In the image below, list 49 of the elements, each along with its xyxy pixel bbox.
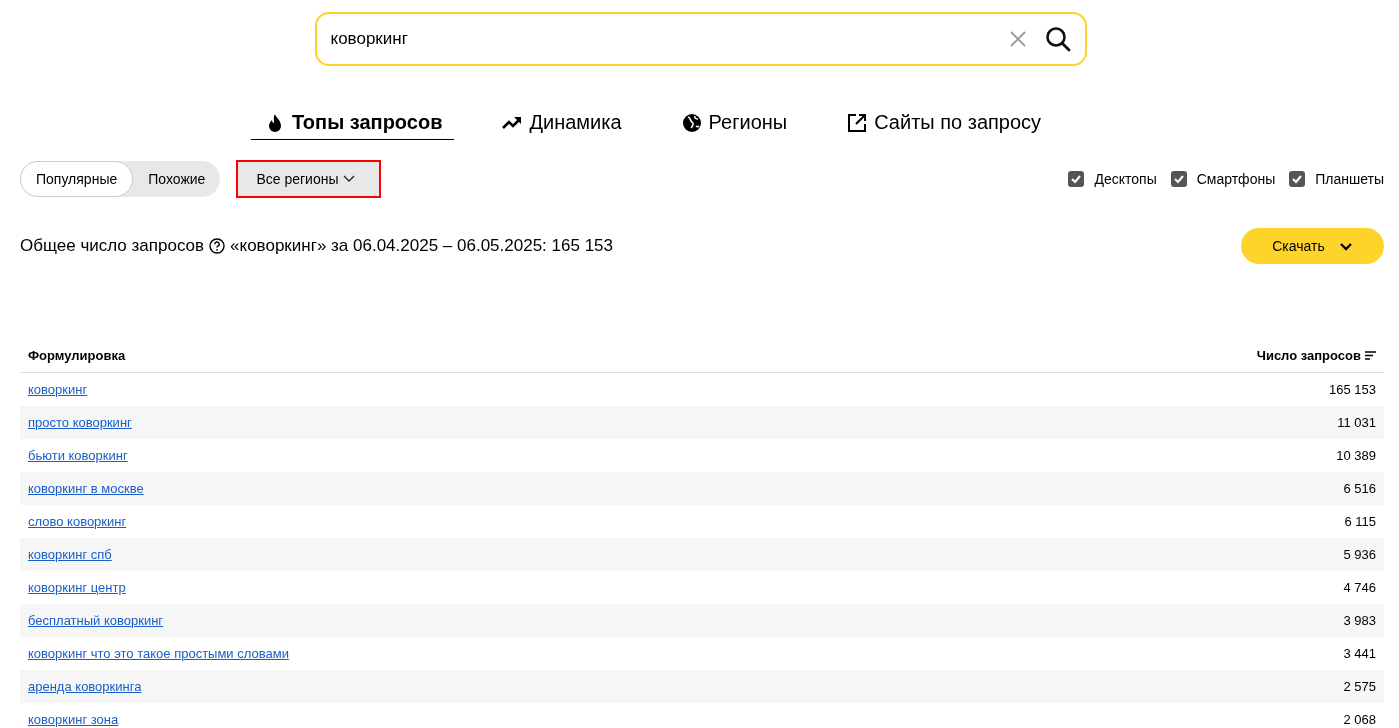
table-cell: 2 068 <box>1343 712 1376 727</box>
table-cell: 6 516 <box>1343 481 1376 496</box>
tab[interactable]: Динамика <box>488 110 634 140</box>
table-cell: 3 983 <box>1343 613 1376 628</box>
chevron-down-icon <box>1338 241 1353 251</box>
help-icon[interactable] <box>209 238 226 254</box>
query-link[interactable]: бесплатный коворкинг <box>28 613 164 628</box>
search-icon[interactable] <box>1044 26 1071 52</box>
checkbox-label: Смартфоны <box>1196 171 1276 187</box>
segment-button[interactable]: Похожие <box>133 161 221 197</box>
query-link[interactable]: аренда коворкинга <box>28 679 142 694</box>
clear-icon[interactable] <box>1008 30 1027 48</box>
globe-icon <box>681 112 702 133</box>
query-link[interactable]: бьюти коворкинг <box>28 448 128 463</box>
query-link[interactable]: коворкинг в москве <box>28 481 144 496</box>
table-cell: 5 936 <box>1343 547 1376 562</box>
query-link[interactable]: коворкинг <box>28 382 88 397</box>
checkbox-label: Планшеты <box>1315 171 1384 187</box>
summary-text: «коворкинг» за 06.04.2025 – 06.05.2025: 165 153 <box>230 236 613 256</box>
query-link[interactable]: коворкинг что это такое простыми словами <box>28 646 289 661</box>
checkbox[interactable] <box>1068 171 1085 187</box>
query-link[interactable]: коворкинг спб <box>28 547 112 562</box>
checkbox-label: Десктопы <box>1094 171 1157 187</box>
external-link-icon <box>847 112 868 133</box>
table-cell: 6 115 <box>1344 514 1376 529</box>
summary-label: Общее число запросов <box>20 236 205 256</box>
checkbox[interactable] <box>1170 171 1187 187</box>
tab[interactable]: Сайты по запросу <box>833 110 1054 140</box>
table-cell: 10 389 <box>1336 448 1376 463</box>
segment-button[interactable]: Популярные <box>20 161 134 197</box>
column-header: Формулировка <box>28 347 126 363</box>
table-cell: 3 441 <box>1343 646 1376 661</box>
query-link[interactable]: просто коворкинг <box>28 415 132 430</box>
table-cell: 11 031 <box>1337 415 1376 430</box>
region-dropdown[interactable]: Все регионы <box>236 160 382 198</box>
download-button[interactable]: Скачать <box>1241 228 1384 264</box>
table-cell: 165 153 <box>1329 382 1376 397</box>
chevron-down-icon <box>343 175 356 183</box>
query-link[interactable]: коворкинг зона <box>28 712 119 727</box>
table-cell: 4 746 <box>1343 580 1376 595</box>
table-cell: 2 575 <box>1343 679 1376 694</box>
tab[interactable]: Топы запросов <box>250 110 455 140</box>
search-field[interactable]: коворкинг <box>314 12 1087 66</box>
query-link[interactable]: слово коворкинг <box>28 514 127 529</box>
column-header[interactable]: Число запросов <box>1256 347 1376 363</box>
tab[interactable]: Регионы <box>667 110 800 140</box>
sort-icon <box>1365 350 1376 360</box>
query-link[interactable]: коворкинг центр <box>28 580 126 595</box>
checkbox[interactable] <box>1289 171 1306 187</box>
